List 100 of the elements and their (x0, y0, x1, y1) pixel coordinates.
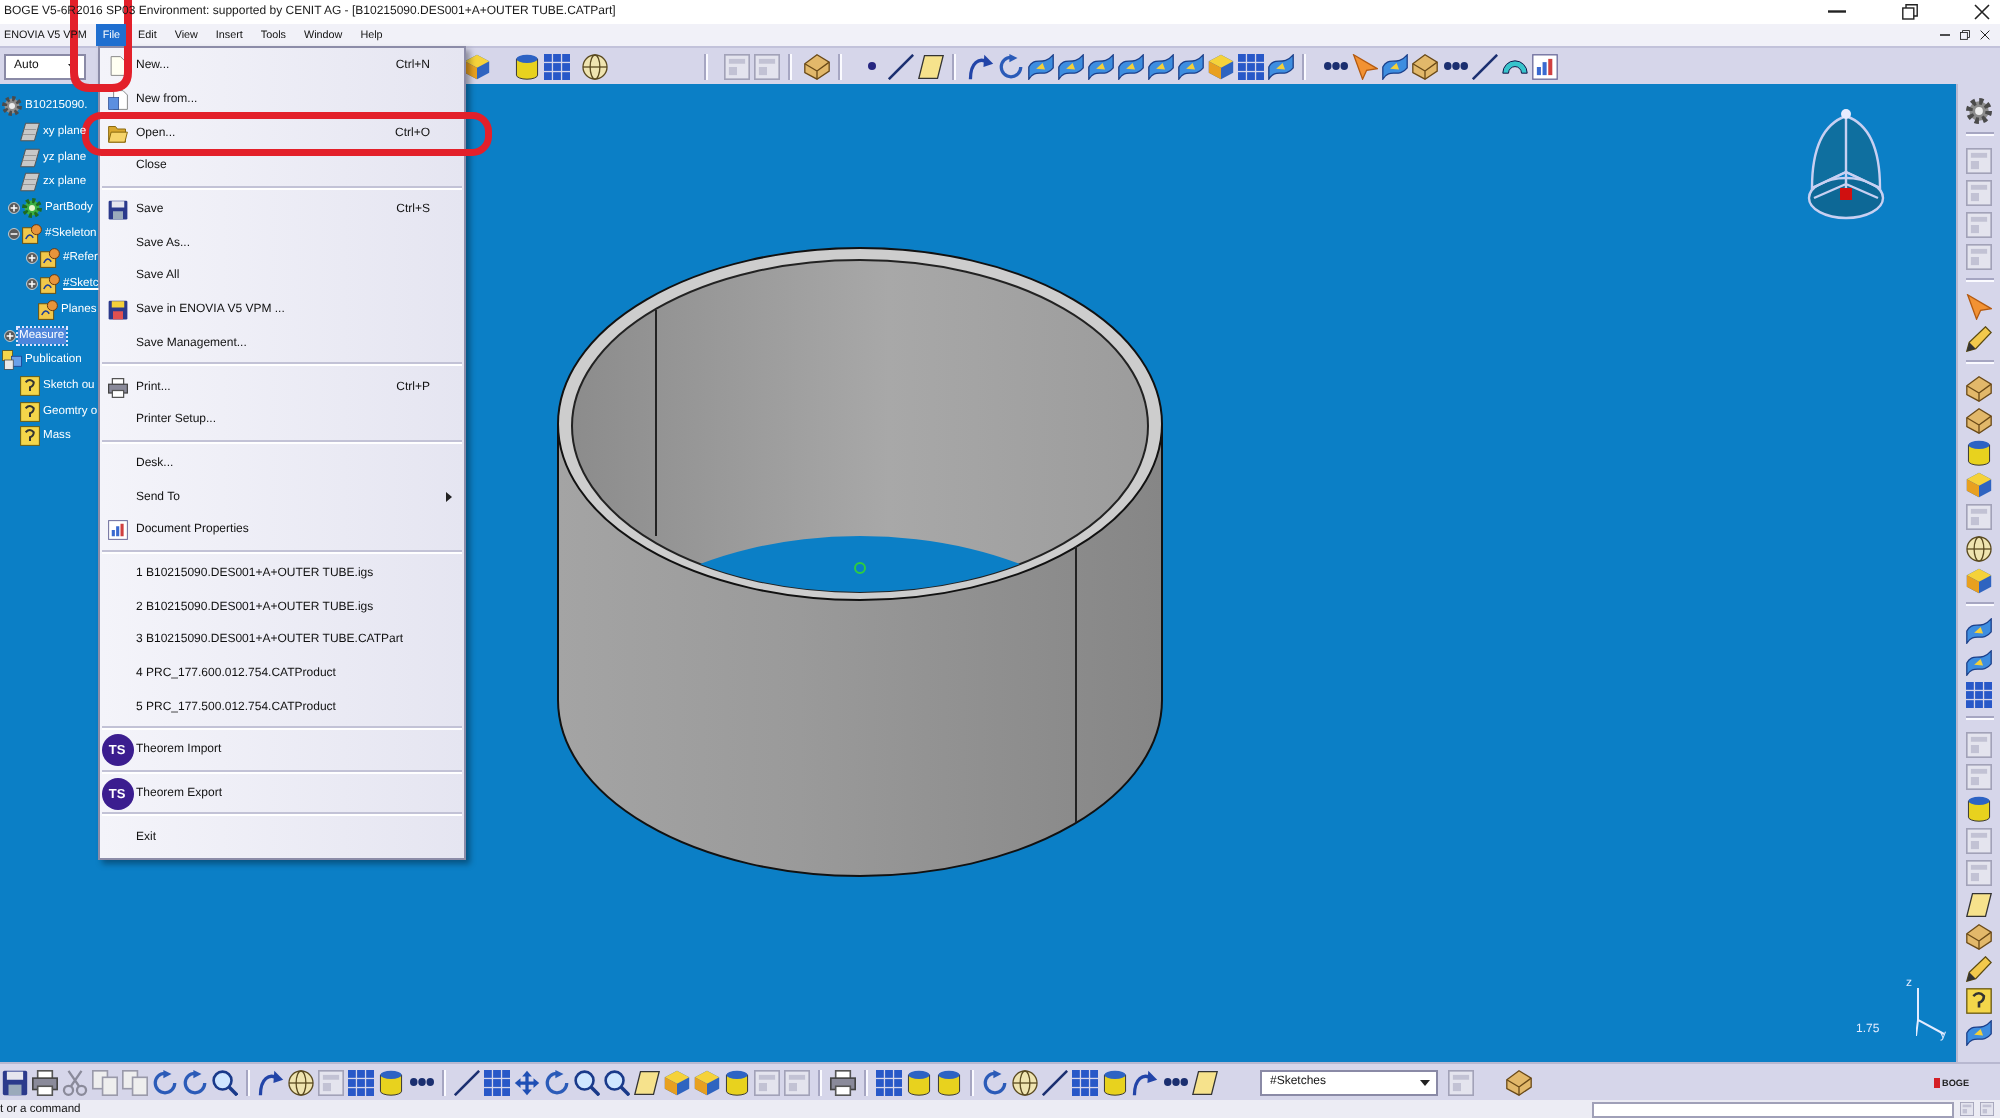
magnifier-icon[interactable] (574, 1069, 600, 1095)
question-mark-icon (20, 426, 40, 447)
grid-icon[interactable] (544, 53, 570, 79)
box-icon[interactable] (1966, 923, 1992, 949)
axis-triad-icon (1916, 988, 1944, 1036)
chart-document-icon[interactable] (1532, 53, 1558, 79)
globe-icon[interactable] (1966, 535, 1992, 561)
rotate-icon[interactable] (182, 1069, 208, 1095)
expand-icon[interactable] (25, 252, 37, 265)
line-icon[interactable] (1042, 1069, 1068, 1095)
plane-icon[interactable] (918, 53, 944, 79)
curve-arrow-icon[interactable] (1132, 1069, 1158, 1095)
globe-icon[interactable] (1012, 1069, 1038, 1095)
plane-icon[interactable] (1966, 891, 1992, 917)
cylinder-icon[interactable] (1102, 1069, 1128, 1095)
box-icon[interactable] (804, 53, 830, 79)
sketch-icon (22, 223, 42, 244)
grid-icon[interactable] (1238, 53, 1264, 79)
pencil-icon[interactable] (1966, 955, 1992, 981)
expand-icon[interactable] (3, 329, 15, 342)
plane-icon[interactable] (634, 1069, 660, 1095)
line-icon[interactable] (454, 1069, 480, 1095)
restore-icon[interactable] (1902, 4, 1918, 20)
globe-icon[interactable] (288, 1069, 314, 1095)
grid-icon[interactable] (348, 1069, 374, 1095)
surface-icon[interactable] (1966, 617, 1992, 643)
close-icon[interactable] (1974, 4, 1990, 20)
line-icon[interactable] (888, 53, 914, 79)
grid-icon[interactable] (876, 1069, 902, 1095)
question-mark-icon (20, 375, 40, 396)
box-icon[interactable] (1506, 1069, 1532, 1095)
surface-icon[interactable] (1058, 53, 1084, 79)
expand-icon[interactable] (7, 202, 19, 215)
rotate-icon[interactable] (544, 1069, 570, 1095)
close-icon[interactable] (1980, 30, 1990, 40)
gear-icon[interactable] (1966, 97, 1992, 123)
surface-icon[interactable] (1148, 53, 1174, 79)
question-mark-icon (20, 401, 40, 422)
question-mark-icon[interactable] (1966, 987, 1992, 1013)
restore-icon[interactable] (1960, 30, 1970, 40)
command-field[interactable] (1592, 1101, 1954, 1117)
expand-icon[interactable] (25, 278, 37, 291)
cylinder-icon[interactable] (1966, 795, 1992, 821)
grid-icon[interactable] (1966, 681, 1992, 707)
chart-document-icon (107, 520, 127, 541)
rotate-icon[interactable] (998, 53, 1024, 79)
surface-icon[interactable] (1966, 649, 1992, 675)
document-icon (107, 90, 127, 111)
surface-icon[interactable] (1118, 53, 1144, 79)
box-icon[interactable] (1412, 53, 1438, 79)
compass-icon[interactable] (1806, 108, 1886, 224)
move-arrows-icon[interactable] (514, 1069, 540, 1095)
cylinder-icon[interactable] (936, 1069, 962, 1095)
box-icon[interactable] (1966, 407, 1992, 433)
cylinder-icon[interactable] (724, 1069, 750, 1095)
line-icon[interactable] (1472, 53, 1498, 79)
point-icon[interactable] (867, 62, 875, 70)
magnifier-icon[interactable] (212, 1069, 238, 1095)
magnifier-icon[interactable] (604, 1069, 630, 1095)
plane-icon (20, 147, 40, 168)
cube-icon[interactable] (1966, 567, 1992, 593)
minimize-icon[interactable] (1828, 10, 1846, 14)
dots-icon[interactable] (1163, 1078, 1187, 1086)
surface-icon[interactable] (1382, 53, 1408, 79)
cylinder-icon[interactable] (378, 1069, 404, 1095)
gear-icon (22, 198, 42, 219)
folder-icon (107, 123, 127, 144)
arch-icon[interactable] (1502, 59, 1528, 73)
cylinder-icon[interactable] (906, 1069, 932, 1095)
rotate-icon[interactable] (152, 1069, 178, 1095)
dots-icon[interactable] (409, 1078, 433, 1086)
submenu-caret-icon (446, 492, 452, 503)
surface-icon[interactable] (1028, 53, 1054, 79)
pencil-icon[interactable] (1966, 325, 1992, 351)
grid-icon[interactable] (484, 1069, 510, 1095)
surface-icon[interactable] (1088, 53, 1114, 79)
grid-icon[interactable] (1072, 1069, 1098, 1095)
dots-icon[interactable] (1323, 62, 1347, 70)
surface-icon[interactable] (1268, 53, 1294, 79)
cube-icon[interactable] (1966, 471, 1992, 497)
rotate-icon[interactable] (982, 1069, 1008, 1095)
page-icon (107, 56, 127, 77)
gear-icon (2, 96, 22, 117)
printer-icon[interactable] (32, 1069, 58, 1095)
surface-icon[interactable] (1178, 53, 1204, 79)
cube-icon[interactable] (1208, 53, 1234, 79)
curve-arrow-icon[interactable] (968, 53, 994, 79)
globe-icon[interactable] (582, 53, 608, 79)
dots-icon[interactable] (1443, 62, 1467, 70)
collapse-icon[interactable] (7, 227, 19, 240)
cube-icon[interactable] (664, 1069, 690, 1095)
cube-icon[interactable] (694, 1069, 720, 1095)
cylinder-icon[interactable] (1966, 439, 1992, 465)
plane-icon[interactable] (1192, 1069, 1218, 1095)
cylinder-icon[interactable] (514, 53, 540, 79)
surface-icon[interactable] (1966, 1019, 1992, 1045)
printer-icon[interactable] (830, 1069, 856, 1095)
box-icon[interactable] (1966, 375, 1992, 401)
curve-arrow-icon[interactable] (258, 1069, 284, 1095)
plane-icon (20, 122, 40, 143)
